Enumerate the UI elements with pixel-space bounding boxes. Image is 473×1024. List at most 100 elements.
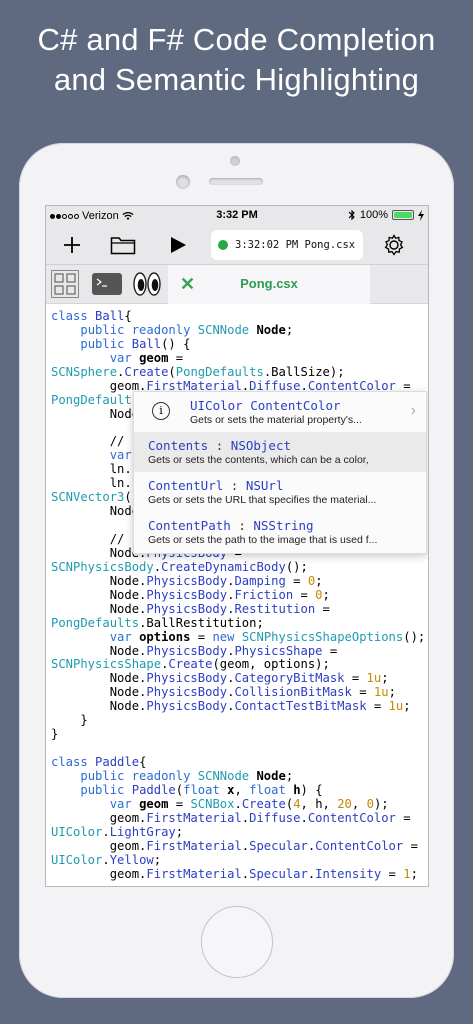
terminal-icon <box>92 273 122 295</box>
code-token: ) { <box>300 782 323 797</box>
code-line: Node.PhysicsBody.PhysicsShape = <box>51 643 428 659</box>
code-token: Node. <box>51 671 147 686</box>
code-line: Node.PhysicsBody.CollisionBitMask = 1u; <box>51 685 428 700</box>
code-line: UIColor.LightGray; <box>51 824 428 840</box>
completion-item[interactable]: Contents : NSObject Gets or sets the cont… <box>134 432 426 472</box>
code-token: PhysicsBody <box>146 671 228 686</box>
code-token: Node <box>256 322 286 337</box>
home-button[interactable] <box>201 906 273 978</box>
code-token: // <box>51 434 132 449</box>
add-button[interactable] <box>58 230 86 260</box>
code-token: geom. <box>51 838 147 853</box>
code-line: class Paddle{ <box>51 755 428 770</box>
info-icon[interactable]: i <box>152 402 170 420</box>
code-token: var <box>109 448 132 463</box>
code-token: Ball <box>131 336 162 351</box>
code-line: geom.FirstMaterial.Diffuse.ContentColor … <box>51 810 428 826</box>
code-token: var <box>109 796 140 811</box>
code-token: Yellow <box>109 852 154 867</box>
open-folder-button[interactable] <box>108 230 138 260</box>
battery-icon <box>392 210 414 220</box>
completion-item[interactable]: i › UIColor ContentColor Gets or sets the m… <box>134 392 426 432</box>
completion-separator: : <box>230 518 254 533</box>
completion-name: Contents <box>148 438 209 453</box>
code-token: ContactTestBitMask <box>234 699 367 714</box>
file-browser-button[interactable] <box>51 270 79 303</box>
completion-type: NSObject <box>230 438 292 453</box>
completion-description: Gets or sets the path to the image that … <box>148 534 378 546</box>
completion-type: NSString <box>253 518 314 533</box>
code-token: 0 <box>366 796 374 811</box>
code-token: 20 <box>337 796 352 811</box>
code-token: Specular <box>249 838 308 853</box>
code-token: Paddle <box>95 755 140 769</box>
code-token: 1u <box>366 671 382 686</box>
code-token: public <box>80 336 132 351</box>
completion-type: NSUrl <box>245 478 284 493</box>
code-line: Node.PhysicsBody.Friction = 0; <box>51 587 428 603</box>
code-token: = <box>315 601 330 616</box>
gear-icon <box>384 234 404 256</box>
code-token: 0 <box>315 587 323 602</box>
code-token: ; <box>410 866 418 881</box>
code-token: PhysicsBody <box>146 685 228 700</box>
code-token: ; <box>388 685 396 700</box>
code-token: Create <box>241 796 286 811</box>
code-line: Node.PhysicsBody.ContactTestBitMask = 1u… <box>51 699 428 714</box>
code-token: Node. <box>51 601 147 616</box>
earpiece-speaker <box>209 178 263 185</box>
code-token: , <box>351 796 367 811</box>
code-token: CreateDynamicBody <box>161 559 286 574</box>
code-token: 1 <box>403 866 411 881</box>
completion-description: Gets or sets the contents, which can be … <box>148 454 369 466</box>
code-token: PhysicsShape <box>234 643 323 658</box>
code-token: , <box>234 782 250 797</box>
code-token: Create <box>168 657 213 672</box>
code-token: . <box>234 796 242 811</box>
code-token: 1u <box>388 699 404 714</box>
code-token: options <box>139 629 191 644</box>
completion-item[interactable]: ContentUrl : NSUrl Gets or sets the URL t… <box>134 472 426 512</box>
code-token: , h, <box>300 796 338 811</box>
code-line: SCNPhysicsShape.Create(geom, options); <box>51 657 428 672</box>
code-token: Create <box>124 364 169 379</box>
code-token: SCNNode <box>197 322 257 337</box>
code-token: PhysicsBody <box>146 573 228 588</box>
settings-button[interactable] <box>380 230 408 260</box>
code-token: CategoryBitMask <box>234 671 345 686</box>
code-token: geom. <box>51 810 147 825</box>
code-token: Friction <box>234 587 294 602</box>
code-token: = <box>168 350 184 365</box>
code-token: (); <box>403 629 426 644</box>
console-button[interactable] <box>92 273 122 300</box>
tab-pong-csx[interactable]: ✕ Pong.csx <box>168 265 370 304</box>
code-line: var options = new SCNPhysicsShapeOptions… <box>51 629 428 645</box>
code-token: { <box>124 309 132 323</box>
battery-percent: 100% <box>359 209 388 221</box>
status-bar: Verizon 3:32 PM 100% <box>46 206 428 226</box>
run-status-text: 3:32:02 PM Pong.csx r <box>235 239 363 251</box>
code-token: UIColor <box>51 824 103 839</box>
code-token: .BallSize); <box>263 364 345 379</box>
code-token: ( <box>175 782 184 797</box>
code-token: class <box>51 309 96 323</box>
code-token: Node. <box>51 587 147 602</box>
code-token: Ball <box>95 309 125 323</box>
code-token: Damping <box>234 573 286 588</box>
code-token: = <box>381 866 404 881</box>
code-token: Intensity <box>315 866 382 881</box>
preview-button[interactable] <box>133 271 161 302</box>
run-button[interactable] <box>164 230 192 260</box>
code-line: var geom = <box>51 350 428 366</box>
code-line: SCNPhysicsBody.CreateDynamicBody(); <box>51 559 428 575</box>
completion-item[interactable]: ContentPath : NSString Gets or sets the p… <box>134 512 426 552</box>
run-status-pill[interactable]: 3:32:02 PM Pong.csx r <box>211 230 363 260</box>
code-token: } <box>51 713 88 728</box>
completion-signature: ContentUrl : NSUrl <box>148 478 283 493</box>
code-token: = <box>190 629 213 644</box>
tab-bar: ✕ Pong.csx <box>46 265 428 304</box>
